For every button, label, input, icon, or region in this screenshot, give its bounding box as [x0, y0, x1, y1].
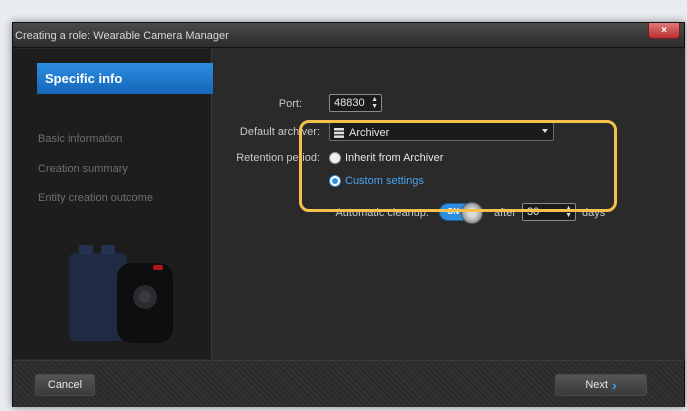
- wearable-camera-icon: [69, 245, 173, 343]
- wizard-footer: Cancel Next ›: [13, 360, 684, 407]
- window-title: Creating a role: Wearable Camera Manager: [15, 30, 229, 42]
- chevron-right-icon: ›: [611, 377, 617, 393]
- sidebar-item-specific-info[interactable]: Specific info: [37, 63, 223, 94]
- cancel-label: Cancel: [47, 379, 83, 391]
- stepper-arrows-icon[interactable]: ▲ ▼: [371, 96, 378, 110]
- wizard-sidebar: Specific info Basic information Creation…: [13, 49, 223, 359]
- dialog-window: Creating a role: Wearable Camera Manager…: [12, 22, 685, 407]
- highlight-box: [299, 120, 617, 212]
- sidebar-item-creation-summary[interactable]: Creation summary: [38, 163, 128, 175]
- port-label: Port:: [278, 98, 302, 110]
- close-icon: ×: [661, 25, 667, 36]
- sidebar-item-basic-information[interactable]: Basic information: [38, 133, 122, 145]
- close-button[interactable]: ×: [648, 23, 680, 39]
- next-button[interactable]: Next ›: [555, 374, 647, 396]
- title-bar: Creating a role: Wearable Camera Manager…: [13, 23, 684, 48]
- cancel-button[interactable]: Cancel: [35, 374, 95, 396]
- port-stepper[interactable]: 48830 ▲ ▼: [329, 94, 382, 112]
- next-label: Next: [585, 379, 608, 391]
- sidebar-item-entity-creation-outcome[interactable]: Entity creation outcome: [38, 192, 153, 204]
- port-value: 48830: [334, 97, 365, 109]
